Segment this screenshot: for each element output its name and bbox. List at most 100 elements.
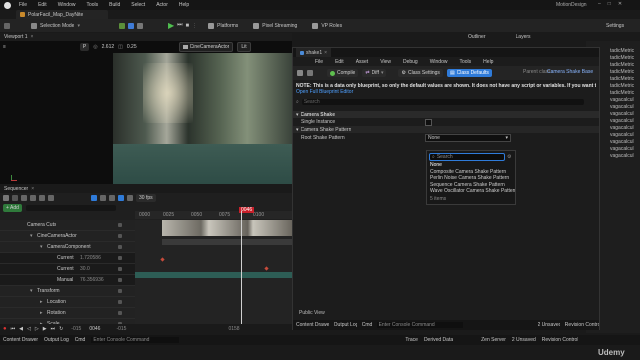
- record-icon[interactable]: ●: [3, 326, 7, 332]
- pixel-streaming-button[interactable]: Pixel Streaming: [262, 23, 297, 29]
- bp-cmd-button[interactable]: Cmd: [362, 322, 372, 328]
- settings-button[interactable]: Settings: [606, 23, 624, 29]
- track-value[interactable]: 30.0: [80, 264, 90, 274]
- revision-control-button[interactable]: Revision Control: [542, 337, 579, 343]
- cmd-button[interactable]: Cmd: [75, 337, 86, 343]
- blueprint-icon[interactable]: [127, 22, 134, 29]
- loop-icon[interactable]: ↻: [59, 326, 63, 332]
- shake-pattern-option[interactable]: Wave Oscillator Camera Shake Pattern: [430, 188, 515, 195]
- save-icon[interactable]: [4, 22, 10, 29]
- track-options-icon[interactable]: [118, 300, 122, 304]
- track-row[interactable]: Current 30.0: [0, 264, 135, 275]
- track-options-icon[interactable]: [118, 223, 122, 227]
- minimize-button[interactable]: –: [598, 1, 601, 7]
- outliner-item[interactable]: vagacalcul: [610, 146, 638, 153]
- snap-icon[interactable]: [91, 195, 97, 201]
- add-track-button[interactable]: + Add: [3, 203, 22, 212]
- track-row[interactable]: Manual 76.356936: [0, 275, 135, 286]
- step-forward-icon[interactable]: ▶: [43, 326, 47, 332]
- menu-item[interactable]: Edit: [38, 2, 47, 8]
- compile-button[interactable]: Compile: [327, 69, 359, 77]
- outliner-item[interactable]: vagacalcul: [610, 139, 638, 146]
- blueprint-tab[interactable]: shake1 ×: [296, 48, 332, 57]
- bp-menu-item[interactable]: Asset: [356, 59, 369, 65]
- outliner-item[interactable]: vagacalcul: [610, 153, 638, 160]
- sequencer-tab[interactable]: Sequencer: [4, 186, 28, 192]
- bp-menu-item[interactable]: Window: [430, 59, 448, 65]
- actor-bar[interactable]: [162, 239, 292, 245]
- outliner-item[interactable]: tadicMetric: [610, 55, 638, 62]
- outliner-item[interactable]: vagacalcul: [610, 111, 638, 118]
- range-mid-field[interactable]: -015: [116, 326, 126, 332]
- playhead-line[interactable]: [241, 211, 242, 324]
- menu-item[interactable]: File: [19, 2, 27, 8]
- track-row[interactable]: ▸ Location: [0, 297, 135, 308]
- grid-icon[interactable]: [127, 195, 133, 201]
- skip-icon[interactable]: ⏭: [177, 22, 182, 29]
- key-icon[interactable]: [100, 195, 106, 201]
- outliner-item[interactable]: vagacalcul: [610, 132, 638, 139]
- outliner-item[interactable]: tadicMetric: [610, 90, 638, 97]
- stop-icon[interactable]: ■: [186, 23, 190, 29]
- transport-current-field[interactable]: 0046: [89, 326, 100, 332]
- play-icon[interactable]: ▷: [35, 326, 39, 332]
- zoom-value[interactable]: 0.25: [127, 44, 137, 50]
- open-full-editor-link[interactable]: Open Full Blueprint Editor: [296, 89, 596, 95]
- expander-icon[interactable]: ▾: [40, 242, 43, 252]
- selection-mode-dropdown[interactable]: Selection Mode: [40, 23, 74, 29]
- filter-icon[interactable]: [48, 195, 54, 201]
- camera-shake-section-header[interactable]: ▾ Camera Shake: [293, 111, 599, 118]
- camera-button[interactable]: CineCameraActor: [178, 41, 234, 52]
- bp-menu-item[interactable]: View: [380, 59, 391, 65]
- camera-cut-thumbnails[interactable]: [162, 220, 292, 236]
- platforms-button[interactable]: Platforms: [217, 23, 238, 29]
- menu-item[interactable]: Help: [179, 2, 189, 8]
- track-value[interactable]: 76.356936: [80, 275, 104, 285]
- track-options-icon[interactable]: [118, 289, 122, 293]
- keyframe[interactable]: [264, 266, 269, 271]
- single-instance-checkbox[interactable]: [425, 119, 432, 126]
- track-options-icon[interactable]: [118, 234, 122, 238]
- menu-item[interactable]: Select: [131, 2, 145, 8]
- close-button[interactable]: ✕: [618, 1, 622, 7]
- track-options-icon[interactable]: [118, 245, 122, 249]
- bp-menu-item[interactable]: Edit: [335, 59, 344, 65]
- keyframe[interactable]: [160, 257, 165, 262]
- save-icon[interactable]: [3, 195, 9, 201]
- menu-item[interactable]: Build: [109, 2, 120, 8]
- expander-icon[interactable]: ▸: [40, 297, 43, 307]
- bp-content-drawer-button[interactable]: Content Drawer: [296, 322, 329, 328]
- outliner-item[interactable]: tadicMetric: [610, 69, 638, 76]
- jump-end-icon[interactable]: ⏭: [51, 326, 56, 332]
- outliner-item[interactable]: tadicMetric: [610, 76, 638, 83]
- fps-dropdown[interactable]: 30 fps: [136, 194, 156, 202]
- search-field[interactable]: [25, 204, 116, 211]
- unreal-logo-icon[interactable]: [4, 1, 11, 9]
- maximize-button[interactable]: □: [608, 1, 611, 7]
- hamburger-icon[interactable]: ≡: [3, 44, 6, 50]
- jump-start-icon[interactable]: ⏮: [11, 326, 16, 332]
- outliner-item[interactable]: vagacalcul: [610, 97, 638, 104]
- output-log-button[interactable]: Output Log: [44, 337, 69, 343]
- menu-item[interactable]: Window: [58, 2, 76, 8]
- more-icon[interactable]: ⋮: [192, 23, 197, 29]
- step-back-icon[interactable]: ◀: [19, 326, 23, 332]
- save-icon[interactable]: [297, 70, 303, 76]
- curve-icon[interactable]: [109, 195, 115, 201]
- track-options-icon[interactable]: [118, 256, 122, 260]
- close-icon[interactable]: ×: [31, 34, 34, 40]
- close-icon[interactable]: ×: [31, 186, 34, 192]
- expander-icon[interactable]: ▸: [40, 308, 43, 318]
- track-row[interactable]: ▾ CineCameraActor: [0, 231, 135, 242]
- fov-value[interactable]: 2.612: [102, 44, 115, 50]
- bp-menu-item[interactable]: Help: [483, 59, 493, 65]
- bp-menu-item[interactable]: File: [315, 59, 323, 65]
- browse-icon[interactable]: [307, 70, 313, 76]
- magnet-icon[interactable]: [118, 195, 124, 201]
- content-icon[interactable]: [118, 22, 125, 29]
- gear-icon[interactable]: ⚙: [507, 154, 511, 160]
- menu-item[interactable]: Tools: [86, 2, 98, 8]
- class-defaults-button[interactable]: ▤ Class Defaults: [446, 69, 492, 77]
- outliner-tab[interactable]: Outliner: [468, 34, 486, 40]
- console-input[interactable]: Enter Console Command: [91, 337, 180, 343]
